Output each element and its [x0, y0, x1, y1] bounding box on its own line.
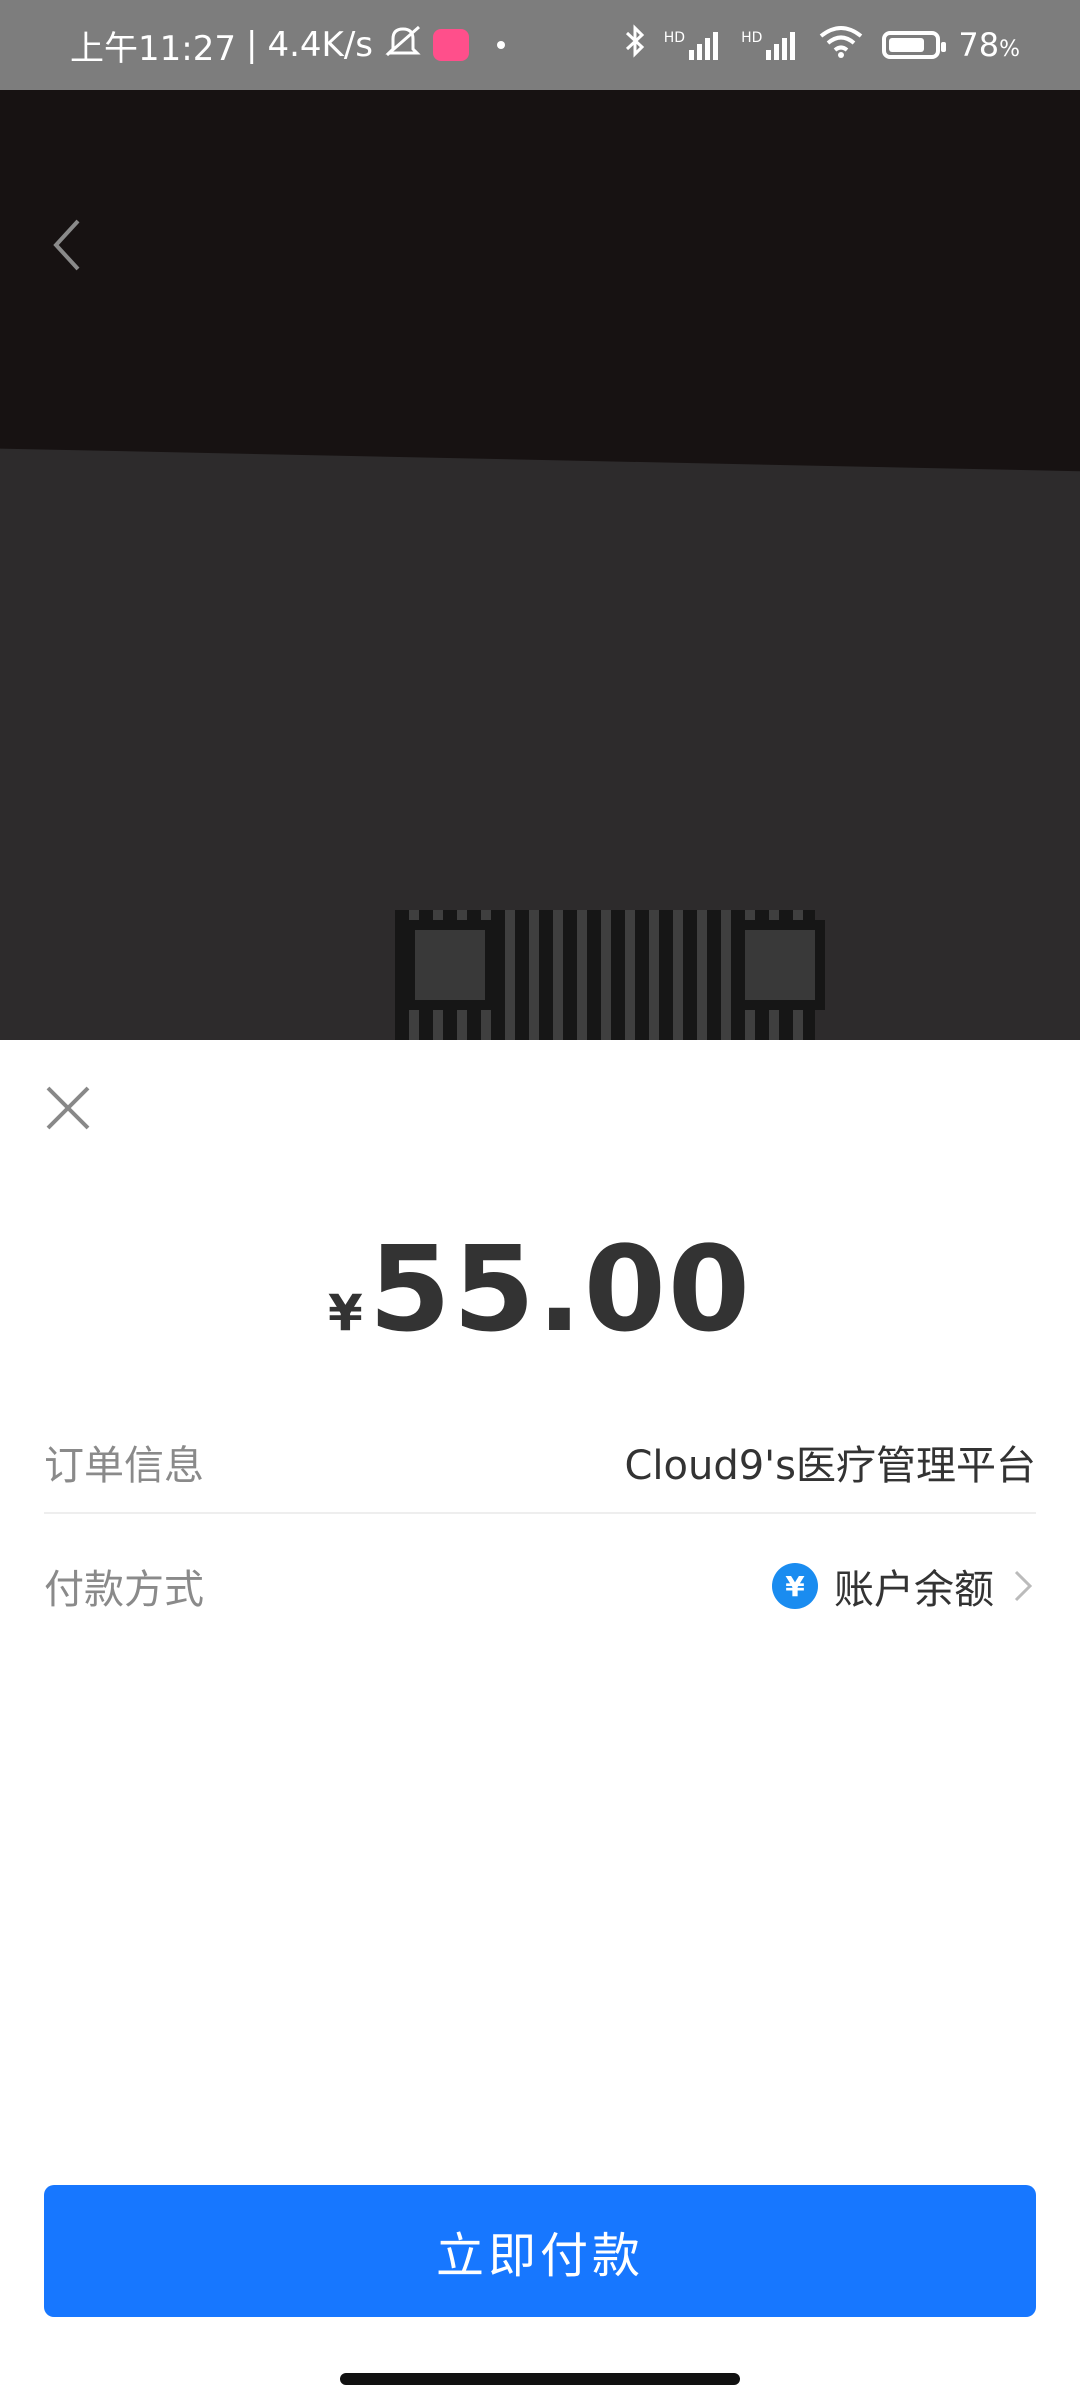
order-info-value: Cloud9's医疗管理平台: [624, 1443, 1036, 1489]
network-speed: 4.4K/s: [267, 25, 373, 65]
qr-code-preview: [395, 910, 825, 1040]
battery-icon: [882, 31, 947, 59]
status-bar-left: 上午11:27 | 4.4K/s: [70, 0, 505, 90]
payment-method-label: 付款方式: [44, 1567, 204, 1613]
payment-method-row[interactable]: 付款方式 ¥ 账户余额: [44, 1536, 1036, 1636]
signal-label: HD: [741, 30, 763, 46]
payment-amount: ¥55.00: [0, 1220, 1080, 1358]
order-info-label: 订单信息: [44, 1443, 204, 1489]
status-bar-right: HD HD 78%: [624, 0, 1020, 90]
yen-icon: ¥: [772, 1563, 818, 1609]
payment-method-text: 账户余额: [834, 1567, 994, 1613]
battery-level: 78%: [958, 26, 1020, 64]
wifi-icon: [818, 24, 864, 66]
chevron-right-icon: [1014, 1570, 1033, 1602]
status-bar: 上午11:27 | 4.4K/s HD HD 78%: [0, 0, 1080, 90]
battery-percent: 78: [958, 26, 1000, 64]
signal-icon: HD: [664, 30, 723, 60]
payment-method-value[interactable]: ¥ 账户余额: [772, 1557, 1036, 1615]
mute-icon: [383, 23, 423, 68]
status-time: 上午11:27: [70, 28, 236, 69]
status-separator: |: [245, 25, 258, 65]
pay-now-button[interactable]: 立即付款: [44, 2185, 1036, 2317]
currency-symbol: ¥: [327, 1284, 363, 1342]
signal-label: HD: [663, 30, 686, 46]
bluetooth-icon: [624, 23, 646, 67]
close-icon: [46, 1086, 90, 1130]
app-badge-icon: [433, 29, 469, 61]
back-button[interactable]: [48, 215, 88, 275]
home-indicator[interactable]: [340, 2373, 740, 2385]
close-button[interactable]: [40, 1080, 96, 1136]
amount-value: 55.00: [368, 1220, 753, 1358]
camera-preview: [0, 90, 1080, 1040]
signal-icon: HD: [741, 30, 800, 60]
dot-icon: [497, 41, 505, 49]
payment-sheet: ¥55.00 订单信息 Cloud9's医疗管理平台 付款方式 ¥ 账户余额 立…: [0, 1040, 1080, 2400]
chevron-left-icon: [53, 219, 80, 271]
battery-unit: %: [999, 37, 1020, 62]
order-info-row: 订单信息 Cloud9's医疗管理平台: [44, 1412, 1036, 1514]
